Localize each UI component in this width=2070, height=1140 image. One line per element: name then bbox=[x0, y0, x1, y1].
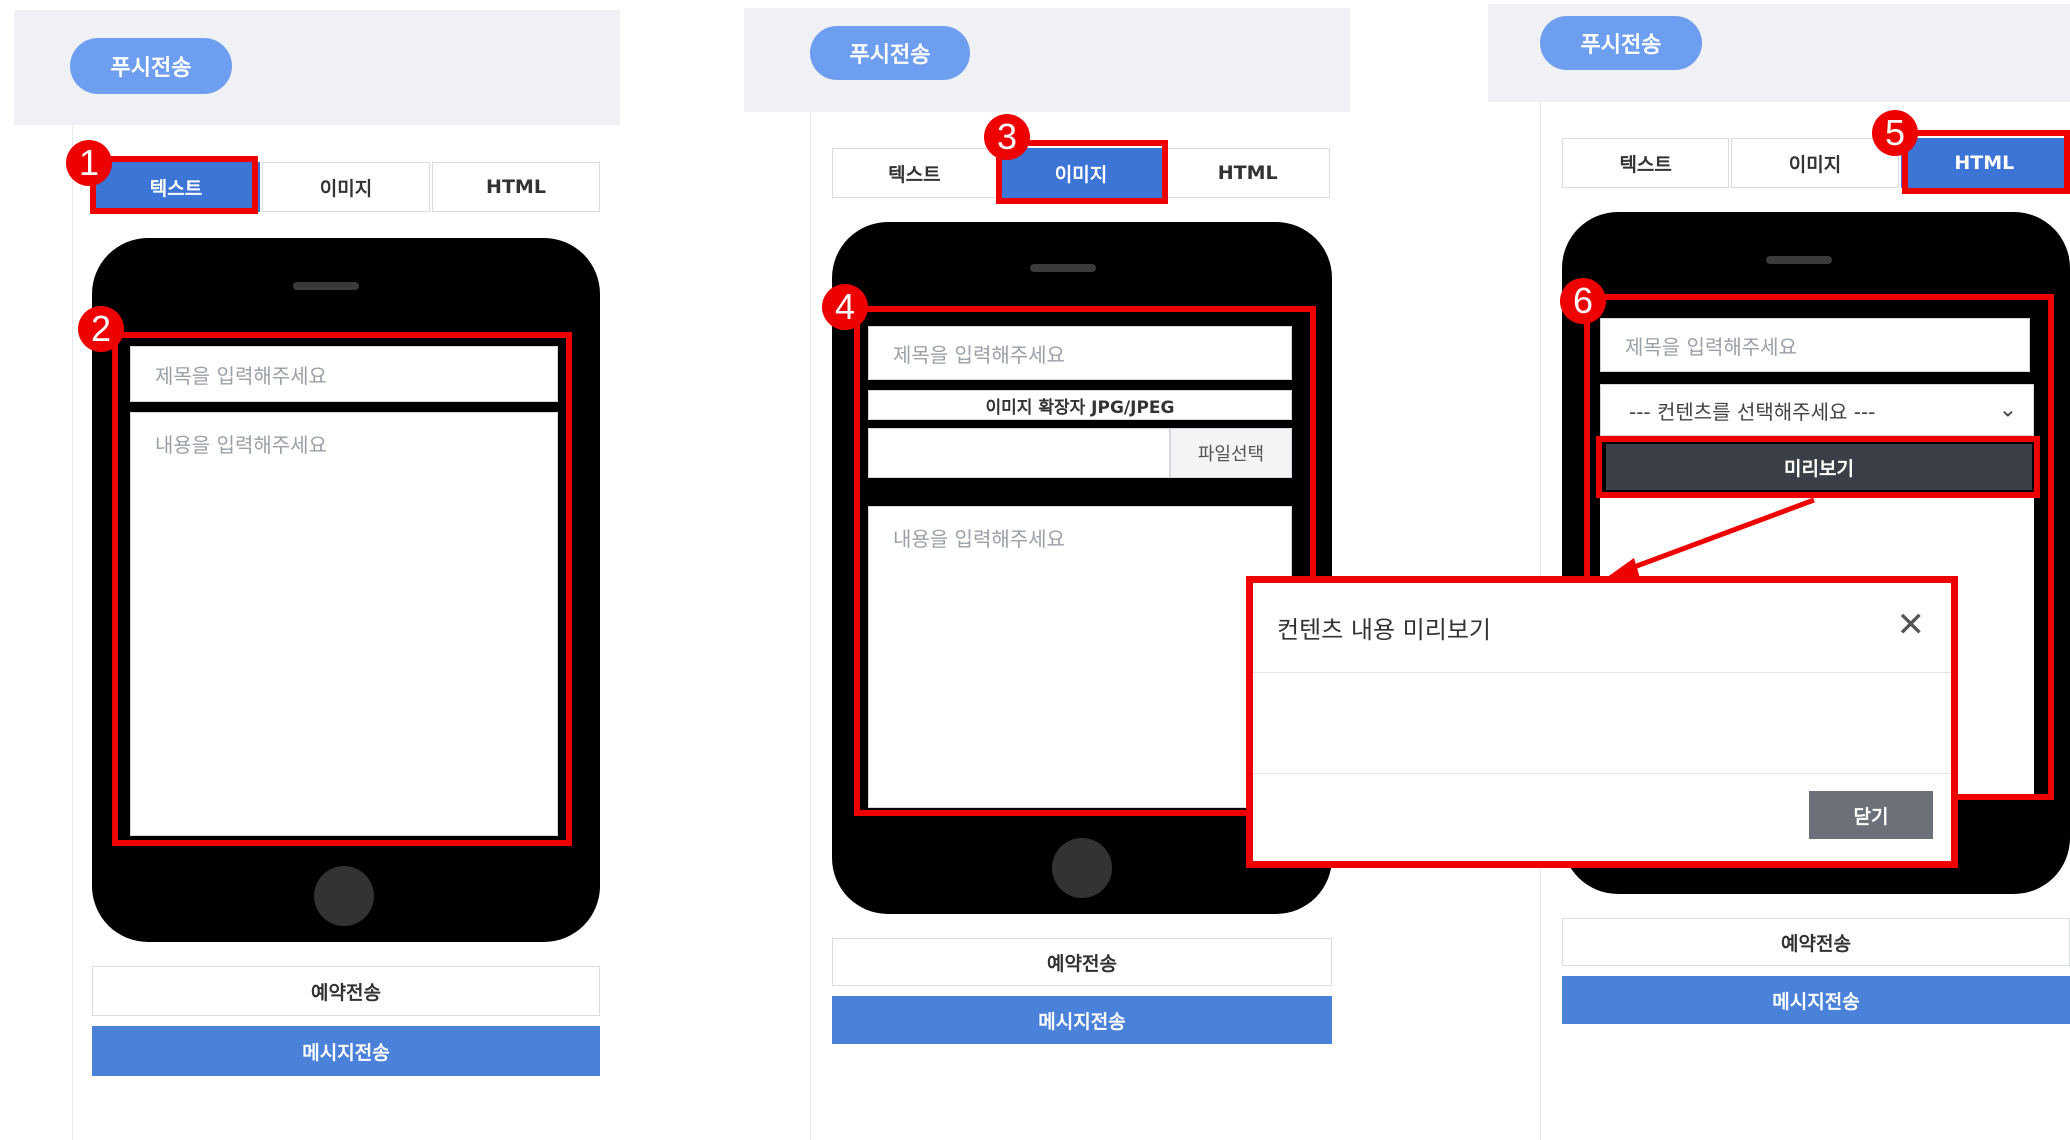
step-badge-5: 5 bbox=[1872, 110, 1918, 156]
file-select-button[interactable]: 파일선택 bbox=[1170, 428, 1292, 478]
tab-html[interactable]: HTML bbox=[1165, 148, 1331, 198]
tab-text[interactable]: 텍스트 bbox=[1562, 138, 1730, 188]
step-badge-3: 3 bbox=[984, 114, 1030, 160]
phone-home-button bbox=[1052, 838, 1112, 898]
modal-title: 컨텐츠 내용 미리보기 bbox=[1277, 616, 1491, 644]
phone-speaker bbox=[1030, 264, 1096, 272]
phone-speaker bbox=[293, 282, 359, 290]
step-badge-4: 4 bbox=[822, 284, 868, 330]
tab-text[interactable]: 텍스트 bbox=[832, 148, 997, 198]
tab-bar: 텍스트 이미지 HTML bbox=[1562, 138, 2070, 188]
reserve-send-button[interactable]: 예약전송 bbox=[92, 966, 600, 1016]
message-send-button[interactable]: 메시지전송 bbox=[1562, 976, 2070, 1024]
chevron-down-icon: ⌄ bbox=[1998, 397, 2017, 423]
preview-modal: 컨텐츠 내용 미리보기 ✕ 닫기 bbox=[1246, 576, 1958, 868]
step-badge-2: 2 bbox=[78, 306, 124, 352]
title-input[interactable]: 제목을 입력해주세요 bbox=[130, 346, 558, 402]
push-send-button[interactable]: 푸시전송 bbox=[810, 26, 970, 80]
tab-bar: 텍스트 이미지 HTML bbox=[92, 162, 602, 212]
tab-html[interactable]: HTML bbox=[1900, 138, 2068, 188]
image-extension-label: 이미지 확장자 JPG/JPEG bbox=[868, 390, 1292, 420]
modal-divider bbox=[1253, 773, 1951, 774]
tab-image[interactable]: 이미지 bbox=[1731, 138, 1899, 188]
title-input[interactable]: 제목을 입력해주세요 bbox=[1600, 318, 2030, 372]
tab-image[interactable]: 이미지 bbox=[998, 148, 1164, 198]
content-textarea[interactable]: 내용을 입력해주세요 bbox=[130, 412, 558, 836]
step-badge-6: 6 bbox=[1560, 278, 1606, 324]
message-send-button[interactable]: 메시지전송 bbox=[92, 1026, 600, 1076]
modal-close-button[interactable]: 닫기 bbox=[1809, 791, 1933, 839]
tab-image[interactable]: 이미지 bbox=[262, 162, 430, 212]
content-textarea[interactable]: 내용을 입력해주세요 bbox=[868, 506, 1292, 808]
preview-button[interactable]: 미리보기 bbox=[1606, 444, 2032, 490]
message-send-button[interactable]: 메시지전송 bbox=[832, 996, 1332, 1044]
push-send-button[interactable]: 푸시전송 bbox=[70, 38, 232, 94]
tab-bar: 텍스트 이미지 HTML bbox=[832, 148, 1332, 198]
phone-speaker bbox=[1766, 256, 1832, 264]
reserve-send-button[interactable]: 예약전송 bbox=[1562, 918, 2070, 966]
file-path-input[interactable] bbox=[868, 428, 1170, 478]
content-select[interactable]: --- 컨텐츠를 선택해주세요 --- ⌄ bbox=[1600, 384, 2034, 436]
step-badge-1: 1 bbox=[66, 140, 112, 186]
modal-header: 컨텐츠 내용 미리보기 bbox=[1253, 583, 1951, 673]
tab-text[interactable]: 텍스트 bbox=[92, 162, 260, 212]
reserve-send-button[interactable]: 예약전송 bbox=[832, 938, 1332, 986]
title-input[interactable]: 제목을 입력해주세요 bbox=[868, 326, 1292, 380]
close-icon[interactable]: ✕ bbox=[1897, 605, 1926, 645]
push-send-button[interactable]: 푸시전송 bbox=[1540, 16, 1702, 70]
content-select-value: --- 컨텐츠를 선택해주세요 --- bbox=[1629, 399, 1876, 424]
phone-home-button bbox=[314, 866, 374, 926]
tab-html[interactable]: HTML bbox=[432, 162, 600, 212]
